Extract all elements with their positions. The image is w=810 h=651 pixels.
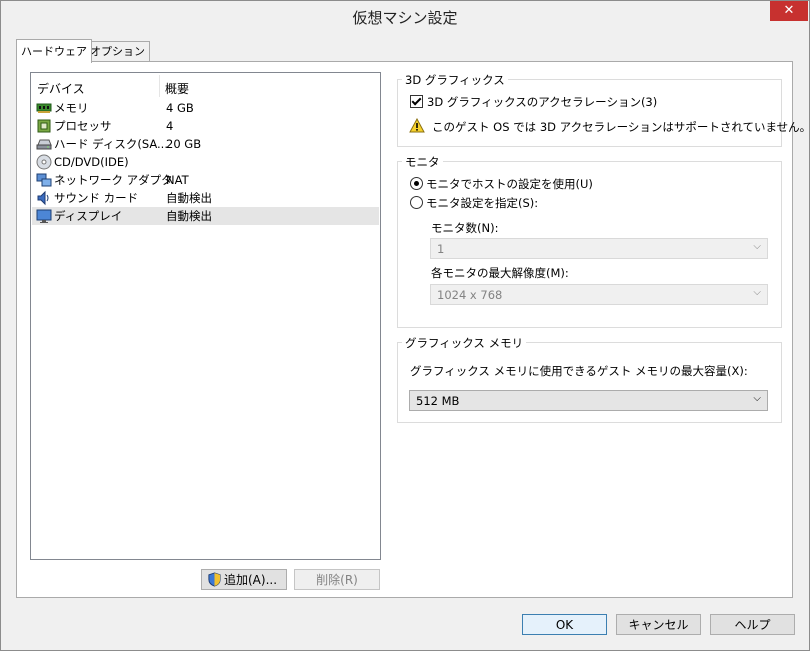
device-name: CD/DVD(IDE) xyxy=(54,155,129,169)
monitor-count-select[interactable]: 1 ⌵ xyxy=(430,238,768,259)
device-summary: 4 GB xyxy=(166,101,194,115)
column-header-summary[interactable]: 概要 xyxy=(165,80,189,97)
monitor-count-value: 1 xyxy=(437,242,445,256)
device-row-network-adapter[interactable]: ネットワーク アダプタ NAT xyxy=(32,171,379,189)
max-resolution-value: 1024 x 768 xyxy=(437,288,503,302)
chevron-down-icon: ⌵ xyxy=(753,241,761,252)
uac-shield-icon xyxy=(208,572,221,587)
warning-icon xyxy=(409,118,425,133)
memory-icon xyxy=(36,103,52,113)
column-separator[interactable] xyxy=(159,75,160,97)
monitor-count-label: モニタ数(N): xyxy=(431,221,499,235)
graphics-memory-value: 512 MB xyxy=(416,394,460,408)
max-resolution-select[interactable]: 1024 x 768 ⌵ xyxy=(430,284,768,305)
device-summary: 自動検出 xyxy=(166,191,212,205)
device-row-memory[interactable]: メモリ 4 GB xyxy=(32,99,379,117)
device-name: ハード ディスク(SA... xyxy=(54,137,168,151)
device-name: ディスプレイ xyxy=(54,209,123,223)
device-name: プロセッサ xyxy=(54,119,112,133)
monitor-group-title: モニタ xyxy=(402,154,443,170)
graphics3d-group-title: 3D グラフィックス xyxy=(402,72,508,88)
add-device-button-label: 追加(A)... xyxy=(224,573,278,587)
device-list-header: デバイス 概要 xyxy=(31,73,380,99)
device-summary: 自動検出 xyxy=(166,209,212,223)
max-resolution-label: 各モニタの最大解像度(M): xyxy=(431,266,569,280)
device-row-cd-dvd[interactable]: CD/DVD(IDE) xyxy=(32,153,379,171)
graphics-memory-select[interactable]: 512 MB ⌵ xyxy=(409,390,768,411)
ok-button[interactable]: OK xyxy=(522,614,607,635)
hard-disk-icon xyxy=(36,139,52,150)
window-title: 仮想マシン設定 xyxy=(352,9,458,27)
3d-acceleration-checkbox[interactable] xyxy=(410,95,423,108)
display-icon xyxy=(36,209,52,223)
column-header-device[interactable]: デバイス xyxy=(37,80,85,97)
3d-acceleration-label[interactable]: 3D グラフィックスのアクセラレーション(3) xyxy=(427,94,657,110)
graphics3d-group xyxy=(397,79,782,147)
tab-hardware[interactable]: ハードウェア xyxy=(16,39,92,63)
tab-options[interactable]: オプション xyxy=(85,41,150,62)
device-summary: NAT xyxy=(166,173,189,187)
cancel-button[interactable]: キャンセル xyxy=(616,614,701,635)
device-name: メモリ xyxy=(54,101,89,115)
cd-dvd-icon xyxy=(36,154,52,170)
chevron-down-icon: ⌵ xyxy=(753,287,761,298)
use-host-setting-label[interactable]: モニタでホストの設定を使用(U) xyxy=(426,176,593,192)
device-row-sound-card[interactable]: サウンド カード 自動検出 xyxy=(32,189,379,207)
use-host-setting-radio[interactable] xyxy=(410,177,423,190)
graphics-memory-group-title: グラフィックス メモリ xyxy=(402,335,527,351)
sound-card-icon xyxy=(37,190,49,206)
device-row-processor[interactable]: プロセッサ 4 xyxy=(32,117,379,135)
title-bar: 仮想マシン設定 ✕ xyxy=(1,1,809,34)
device-row-hard-disk[interactable]: ハード ディスク(SA... 20 GB xyxy=(32,135,379,153)
device-list[interactable]: デバイス 概要 メモリ 4 GB プロセッサ 4 ハード ディスク(SA... … xyxy=(30,72,381,560)
help-button[interactable]: ヘルプ xyxy=(710,614,795,635)
3d-unsupported-warning: このゲスト OS では 3D アクセラレーションはサポートされていません。 xyxy=(432,120,810,134)
add-device-button[interactable]: 追加(A)... xyxy=(201,569,287,590)
remove-device-button[interactable]: 削除(R) xyxy=(294,569,380,590)
settings-window: 仮想マシン設定 ✕ ハードウェア オプション デバイス 概要 メモリ 4 GB xyxy=(0,0,810,651)
device-name: ネットワーク アダプタ xyxy=(54,173,173,187)
specify-monitor-label[interactable]: モニタ設定を指定(S): xyxy=(426,195,538,211)
device-name: サウンド カード xyxy=(54,191,139,205)
device-summary: 4 xyxy=(166,119,174,133)
processor-icon xyxy=(37,119,51,133)
graphics-memory-max-label: グラフィックス メモリに使用できるゲスト メモリの最大容量(X): xyxy=(410,364,748,378)
device-row-display[interactable]: ディスプレイ 自動検出 xyxy=(32,207,379,225)
specify-monitor-radio[interactable] xyxy=(410,196,423,209)
chevron-down-icon: ⌵ xyxy=(753,393,761,404)
network-adapter-icon xyxy=(36,173,52,187)
close-button[interactable]: ✕ xyxy=(770,1,808,21)
device-summary: 20 GB xyxy=(166,137,202,151)
